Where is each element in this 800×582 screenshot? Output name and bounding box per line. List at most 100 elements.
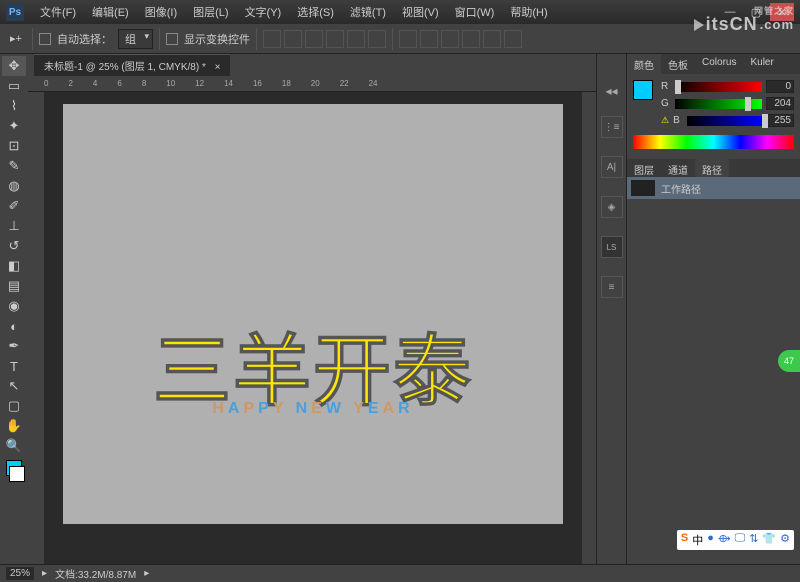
tab-paths[interactable]: 路径 (695, 159, 729, 177)
menu-help[interactable]: 帮助(H) (504, 2, 553, 22)
tray-transfer-icon[interactable]: ⇅ (749, 532, 758, 548)
minimize-button[interactable]: — (718, 3, 742, 21)
dist-top-icon[interactable] (399, 30, 417, 48)
close-button[interactable]: ✕ (770, 3, 794, 21)
dist-right-icon[interactable] (504, 30, 522, 48)
brush-tool[interactable]: ✐ (2, 196, 26, 216)
pen-tool[interactable]: ✒ (2, 336, 26, 356)
separator (32, 28, 33, 50)
r-value[interactable]: 0 (766, 80, 794, 93)
tab-layers[interactable]: 图层 (627, 159, 661, 177)
tab-color[interactable]: 颜色 (627, 54, 661, 74)
notification-badge[interactable]: 47 (778, 350, 800, 372)
show-transform-checkbox[interactable] (166, 33, 178, 45)
tray-dot-icon[interactable]: ● (707, 532, 714, 548)
marquee-tool[interactable]: ▭ (2, 76, 26, 96)
tab-close-icon[interactable]: × (215, 62, 221, 73)
hand-tool[interactable]: ✋ (2, 416, 26, 436)
zoom-level[interactable]: 25% (6, 567, 34, 580)
dodge-tool[interactable]: ◐ (2, 316, 26, 336)
chevron-right-icon[interactable]: ▸ (144, 568, 149, 579)
menu-layer[interactable]: 图层(L) (187, 2, 234, 22)
brush-panel-icon[interactable]: ≡ (601, 276, 623, 298)
menu-image[interactable]: 图像(I) (139, 2, 183, 22)
menu-filter[interactable]: 滤镜(T) (344, 2, 392, 22)
stamp-tool[interactable]: ⊥ (2, 216, 26, 236)
separator (392, 28, 393, 50)
main-area: ✥ ▭ ⌇ ✦ ⊡ ✎ ◍ ✐ ⊥ ↺ ◧ ▤ ◉ ◐ ✒ T ↖ ▢ ✋ 🔍 … (0, 54, 800, 564)
character-panel-icon[interactable]: A| (601, 156, 623, 178)
tray-skin-icon[interactable]: 👕 (762, 532, 776, 548)
eyedropper-tool[interactable]: ✎ (2, 156, 26, 176)
menu-file[interactable]: 文件(F) (34, 2, 82, 22)
tab-kuler[interactable]: Kuler (743, 54, 780, 74)
dist-hcenter-icon[interactable] (483, 30, 501, 48)
blur-tool[interactable]: ◉ (2, 296, 26, 316)
crop-tool[interactable]: ⊡ (2, 136, 26, 156)
dist-bottom-icon[interactable] (441, 30, 459, 48)
b-value[interactable]: 255 (766, 114, 794, 127)
history-panel-icon[interactable]: ⋮≡ (601, 116, 623, 138)
document-tab[interactable]: 未标题-1 @ 25% (图层 1, CMYK/8) * × (34, 54, 230, 76)
dist-left-icon[interactable] (462, 30, 480, 48)
g-slider[interactable] (675, 99, 762, 109)
move-tool[interactable]: ✥ (2, 56, 26, 76)
color-preview-swatch[interactable] (633, 80, 653, 100)
maximize-button[interactable]: ▢ (744, 3, 768, 21)
ruler-horizontal: 024681012141618202224 (28, 76, 596, 92)
gradient-tool[interactable]: ▤ (2, 276, 26, 296)
path-select-tool[interactable]: ↖ (2, 376, 26, 396)
align-vcenter-icon[interactable] (284, 30, 302, 48)
lasso-tool[interactable]: ⌇ (2, 96, 26, 116)
align-left-icon[interactable] (326, 30, 344, 48)
r-slider[interactable] (675, 82, 762, 92)
tab-swatches[interactable]: 色板 (661, 54, 695, 74)
tab-colorus[interactable]: Colorus (695, 54, 743, 74)
canvas-row: 三羊开泰 HAPPY NEW YEAR (28, 92, 596, 564)
eraser-tool[interactable]: ◧ (2, 256, 26, 276)
shape-tool[interactable]: ▢ (2, 396, 26, 416)
app-logo: Ps (6, 3, 24, 21)
tray-lang-icon[interactable]: 中 (692, 532, 703, 548)
background-color-swatch[interactable] (9, 466, 25, 482)
wand-tool[interactable]: ✦ (2, 116, 26, 136)
menu-type[interactable]: 文字(Y) (239, 2, 288, 22)
healing-tool[interactable]: ◍ (2, 176, 26, 196)
tray-spiral-icon[interactable]: ⟴ (718, 532, 731, 548)
dist-vcenter-icon[interactable] (420, 30, 438, 48)
align-bottom-icon[interactable] (305, 30, 323, 48)
auto-select-dropdown[interactable]: 组 (118, 29, 153, 49)
menu-select[interactable]: 选择(S) (291, 2, 340, 22)
canvas-viewport[interactable]: 三羊开泰 HAPPY NEW YEAR (44, 92, 582, 564)
path-item[interactable]: 工作路径 (627, 177, 800, 199)
b-label: B (673, 115, 683, 126)
tray-keyboard-icon[interactable]: 🖵 (735, 532, 746, 548)
menu-edit[interactable]: 编辑(E) (86, 2, 135, 22)
tray-settings-icon[interactable]: ⚙ (780, 532, 790, 548)
b-slider[interactable] (687, 116, 762, 126)
menu-window[interactable]: 窗口(W) (449, 2, 501, 22)
vertical-scrollbar[interactable] (582, 92, 596, 564)
align-top-icon[interactable] (263, 30, 281, 48)
zoom-tool[interactable]: 🔍 (2, 436, 26, 456)
menu-view[interactable]: 视图(V) (396, 2, 445, 22)
auto-select-checkbox[interactable] (39, 33, 51, 45)
chevron-right-icon[interactable]: ▸ (42, 568, 47, 579)
gamut-warning-icon[interactable]: ⚠ (661, 115, 669, 126)
tab-channels[interactable]: 通道 (661, 159, 695, 177)
canvas[interactable]: 三羊开泰 HAPPY NEW YEAR (63, 104, 563, 524)
ime-tray: S 中 ● ⟴ 🖵 ⇅ 👕 ⚙ (677, 530, 794, 550)
align-right-icon[interactable] (368, 30, 386, 48)
path-thumbnail (631, 180, 655, 196)
tray-sogou-icon[interactable]: S (681, 532, 688, 548)
text-tool[interactable]: T (2, 356, 26, 376)
g-value[interactable]: 204 (766, 97, 794, 110)
ls-panel-icon[interactable]: LS (601, 236, 623, 258)
document-area: 未标题-1 @ 25% (图层 1, CMYK/8) * × 024681012… (28, 54, 596, 564)
align-hcenter-icon[interactable] (347, 30, 365, 48)
collapse-handle-icon[interactable]: ◂◂ (605, 84, 617, 98)
spectrum-ramp[interactable] (633, 135, 794, 149)
layers-panel-icon[interactable]: ◈ (601, 196, 623, 218)
status-bar: 25% ▸ 文档:33.2M/8.87M ▸ (0, 564, 800, 582)
history-brush-tool[interactable]: ↺ (2, 236, 26, 256)
